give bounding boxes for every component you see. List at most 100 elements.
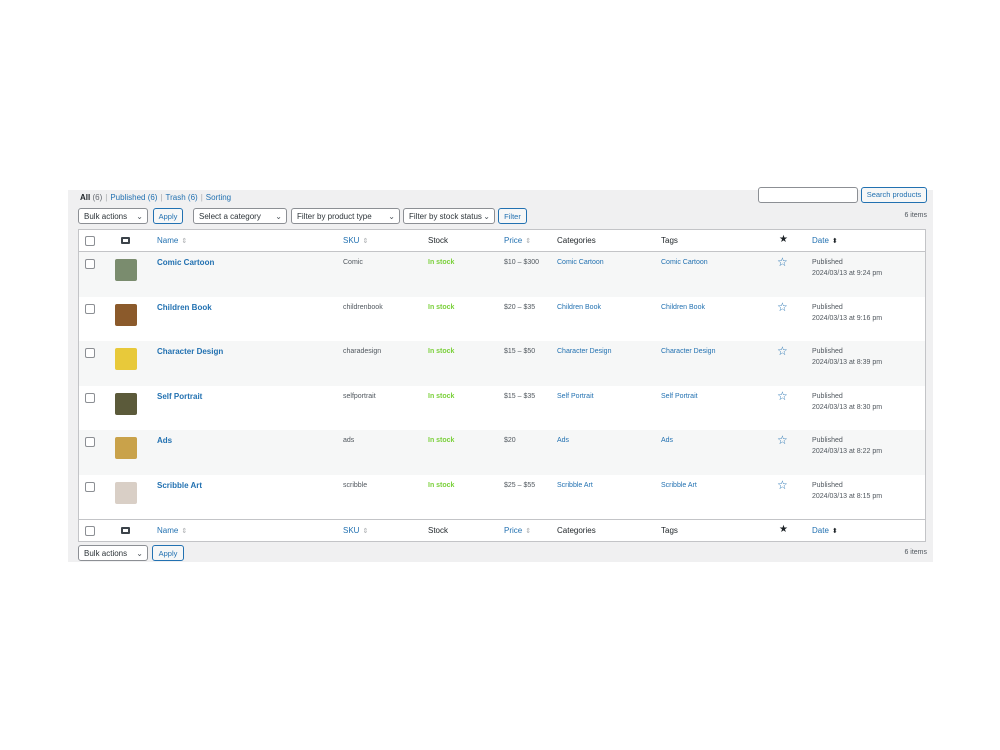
product-sku: ads — [343, 437, 355, 444]
chevron-down-icon: ⌄ — [483, 212, 490, 221]
filter-button[interactable]: Filter — [498, 208, 527, 224]
products-list-panel: All (6) | Published (6) | Trash (6) | Sorting … — [68, 187, 933, 562]
category-link[interactable]: Comic Cartoon — [557, 259, 604, 266]
row-checkbox[interactable] — [85, 348, 95, 358]
featured-star-icon[interactable]: ☆ — [777, 433, 788, 447]
category-link[interactable]: Scribble Art — [557, 482, 593, 489]
product-name-link[interactable]: Character Design — [157, 347, 223, 356]
product-name-link[interactable]: Scribble Art — [157, 481, 202, 490]
bulk-actions-select[interactable]: Bulk actions ⌄ — [78, 208, 148, 224]
column-tags: Tags — [661, 526, 678, 535]
publish-status: Published — [812, 348, 843, 355]
column-price[interactable]: Price ⇕ — [504, 526, 531, 535]
publish-status: Published — [812, 259, 843, 266]
product-thumbnail[interactable] — [115, 259, 137, 281]
table-row: Ads ads In stock $20 Ads Ads ☆ Published 2024/03… — [79, 430, 925, 475]
search-products-button[interactable]: Search products — [861, 187, 927, 203]
row-checkbox[interactable] — [85, 481, 95, 492]
product-name-link[interactable]: Ads — [157, 436, 172, 445]
table-body: Comic Cartoon Comic In stock $10 – $300 Comi… — [79, 252, 925, 519]
chevron-down-icon: ⌄ — [275, 212, 282, 221]
select-all-checkbox[interactable] — [85, 236, 95, 246]
category-link[interactable]: Self Portrait — [557, 393, 594, 400]
featured-star-icon[interactable]: ☆ — [777, 300, 788, 314]
tag-link[interactable]: Children Book — [661, 304, 705, 311]
category-link[interactable]: Children Book — [557, 304, 601, 311]
column-date[interactable]: Date ⬍ — [812, 236, 838, 245]
category-link[interactable]: Ads — [557, 437, 569, 444]
category-select[interactable]: Select a category ⌄ — [193, 208, 287, 224]
column-sku[interactable]: SKU ⇕ — [343, 526, 368, 535]
bulk-actions-select-bottom[interactable]: Bulk actions ⌄ — [78, 545, 148, 561]
featured-star-icon[interactable]: ☆ — [777, 389, 788, 403]
search-input[interactable] — [758, 187, 858, 203]
product-price: $10 – $300 — [504, 259, 540, 266]
column-price[interactable]: Price ⇕ — [504, 236, 531, 245]
publish-status: Published — [812, 392, 843, 400]
table-footer: Name ⇕ SKU ⇕ Stock Price ⇕ Categories Tags … — [79, 519, 925, 541]
row-checkbox[interactable] — [85, 303, 95, 314]
product-name-link[interactable]: Children Book — [157, 303, 212, 312]
bulk-actions-label: Bulk actions — [84, 212, 128, 221]
featured-star-icon[interactable]: ☆ — [777, 478, 788, 492]
publish-status: Published — [812, 303, 843, 311]
apply-button-bottom[interactable]: Apply — [152, 545, 184, 561]
image-icon — [121, 237, 130, 244]
publish-date: 2024/03/13 at 8:22 pm — [812, 448, 883, 455]
featured-star-icon[interactable]: ☆ — [777, 255, 788, 269]
tag-link[interactable]: Scribble Art — [661, 482, 697, 489]
table-row: Self Portrait selfportrait In stock $15 – $… — [79, 386, 925, 431]
publish-date: 2024/03/13 at 8:15 pm — [812, 492, 883, 500]
items-count-bottom: 6 items — [904, 549, 927, 556]
product-name-link[interactable]: Self Portrait — [157, 392, 202, 401]
product-price: $20 — [504, 437, 516, 444]
date-cell: Published 2024/03/13 at 8:39 pm — [812, 346, 882, 368]
product-name-link[interactable]: Comic Cartoon — [157, 258, 214, 267]
sort-icon: ⇕ — [181, 238, 188, 245]
star-filled-icon[interactable]: ★ — [779, 234, 788, 245]
column-sku[interactable]: SKU ⇕ — [343, 236, 368, 245]
product-price: $25 – $55 — [504, 481, 536, 489]
tag-link[interactable]: Ads — [661, 437, 673, 444]
tag-link[interactable]: Character Design — [661, 348, 715, 355]
view-all-link[interactable]: All (6) — [80, 193, 102, 202]
product-thumbnail[interactable] — [115, 348, 137, 370]
date-cell: Published 2024/03/13 at 9:24 pm — [812, 257, 882, 279]
view-sorting-link[interactable]: Sorting — [206, 193, 231, 202]
row-checkbox[interactable] — [85, 437, 95, 447]
star-filled-icon[interactable]: ★ — [779, 524, 788, 535]
products-table: Name ⇕ SKU ⇕ Stock Price ⇕ Categories Tags … — [78, 229, 926, 542]
product-type-select[interactable]: Filter by product type ⌄ — [291, 208, 400, 224]
column-name[interactable]: Name ⇕ — [157, 526, 187, 535]
stock-status-select[interactable]: Filter by stock status ⌄ — [403, 208, 495, 224]
row-checkbox[interactable] — [85, 392, 95, 403]
row-checkbox[interactable] — [85, 259, 95, 269]
product-thumbnail[interactable] — [115, 303, 137, 326]
sort-icon: ⇕ — [362, 238, 369, 245]
product-price: $20 – $35 — [504, 303, 536, 311]
product-thumbnail[interactable] — [115, 437, 137, 459]
date-cell: Published 2024/03/13 at 8:22 pm — [812, 435, 882, 457]
featured-star-icon[interactable]: ☆ — [777, 344, 788, 358]
select-all-checkbox[interactable] — [85, 526, 95, 536]
column-name[interactable]: Name ⇕ — [157, 236, 187, 245]
stock-status: In stock — [428, 259, 455, 266]
column-stock: Stock — [428, 236, 449, 245]
stock-status: In stock — [428, 392, 455, 400]
apply-button[interactable]: Apply — [153, 208, 183, 224]
tag-link[interactable]: Comic Cartoon — [661, 259, 708, 266]
view-published-link[interactable]: Published (6) — [110, 193, 157, 202]
view-trash-link[interactable]: Trash (6) — [166, 193, 198, 202]
column-date[interactable]: Date ⬍ — [812, 526, 838, 535]
product-thumbnail[interactable] — [115, 481, 137, 504]
column-categories: Categories — [557, 236, 596, 245]
product-thumbnail[interactable] — [115, 392, 137, 415]
table-row: Character Design charadesign In stock $15 –… — [79, 341, 925, 386]
tag-link[interactable]: Self Portrait — [661, 393, 698, 400]
category-link[interactable]: Character Design — [557, 348, 611, 355]
sort-icon: ⇕ — [525, 528, 532, 535]
publish-date: 2024/03/13 at 8:39 pm — [812, 359, 883, 366]
chevron-down-icon: ⌄ — [136, 549, 143, 558]
chevron-down-icon: ⌄ — [388, 212, 395, 221]
chevron-down-icon: ⌄ — [136, 212, 143, 221]
